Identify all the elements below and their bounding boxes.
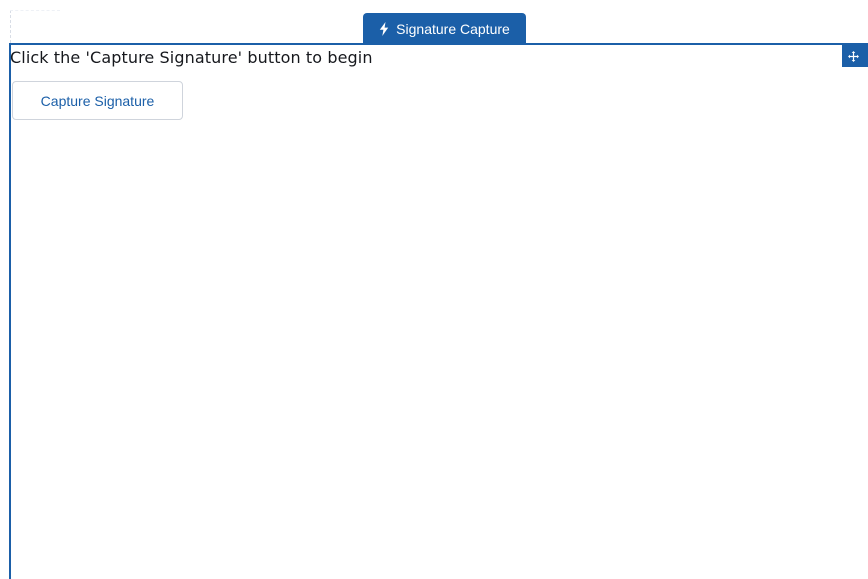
move-icon[interactable] xyxy=(848,50,859,62)
drop-guide-vertical xyxy=(10,10,11,43)
instruction-text: Click the 'Capture Signature' button to … xyxy=(10,48,373,67)
builder-canvas: Signature Capture Click the 'Capture Sig… xyxy=(0,0,868,579)
lightning-bolt-icon xyxy=(379,21,389,36)
capture-signature-button[interactable]: Capture Signature xyxy=(12,81,183,120)
component-label-tab[interactable]: Signature Capture xyxy=(363,13,526,44)
signature-capture-component[interactable] xyxy=(9,43,868,579)
component-toolbar xyxy=(842,45,868,67)
drop-guide-horizontal xyxy=(10,10,60,11)
component-label: Signature Capture xyxy=(396,20,510,37)
